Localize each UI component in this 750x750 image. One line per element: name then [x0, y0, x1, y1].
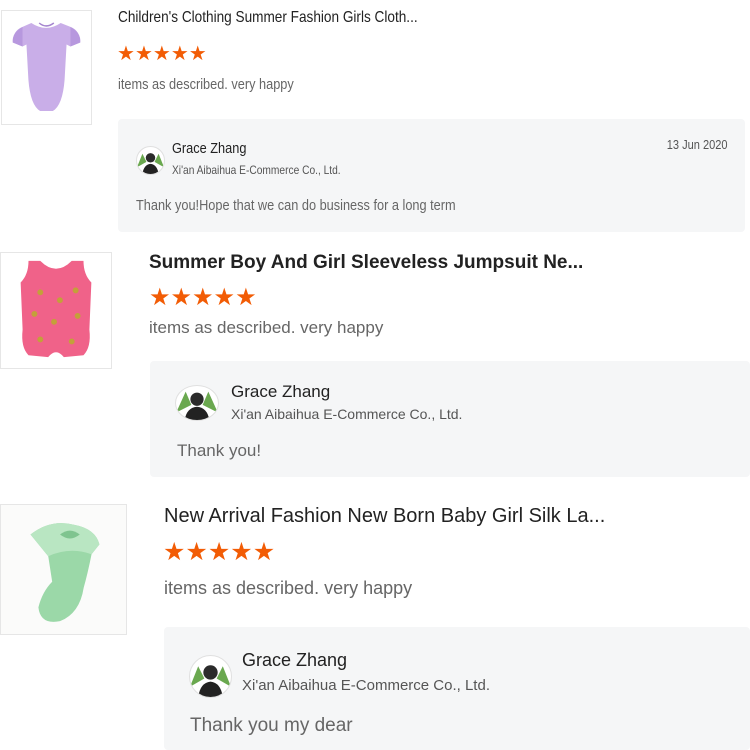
product-title[interactable]: Children's Clothing Summer Fashion Girls… — [118, 9, 418, 27]
star-icon: ★ — [230, 538, 253, 566]
seller-reply: Grace Zhang Xi'an Aibaihua E-Commerce Co… — [164, 627, 750, 750]
star-icon: ★ — [185, 538, 208, 566]
rating-stars: ★ ★ ★ ★ ★ — [149, 286, 257, 310]
reply-text: Thank you! — [177, 441, 262, 460]
pink-jumpsuit-icon — [20, 260, 92, 358]
seller-name: Grace Zhang — [172, 140, 247, 157]
product-title[interactable]: Summer Boy And Girl Sleeveless Jumpsuit … — [149, 252, 583, 274]
seller-company: Xi'an Aibaihua E-Commerce Co., Ltd. — [231, 406, 463, 422]
reply-date: 13 Jun 2020 — [667, 137, 728, 152]
star-icon: ★ — [192, 284, 214, 311]
seller-reply: Grace Zhang Xi'an Aibaihua E-Commerce Co… — [118, 119, 745, 232]
seller-company: Xi'an Aibaihua E-Commerce Co., Ltd. — [172, 163, 341, 177]
review-comment: items as described. very happy — [149, 318, 384, 337]
reply-text: Thank you my dear — [190, 715, 353, 736]
star-icon: ★ — [163, 538, 186, 566]
product-thumbnail-purple-romper[interactable] — [1, 10, 92, 125]
review-comment: items as described. very happy — [164, 578, 413, 598]
product-thumbnail-green-socks[interactable] — [0, 504, 127, 635]
star-icon: ★ — [252, 538, 276, 566]
product-title[interactable]: New Arrival Fashion New Born Baby Girl S… — [164, 505, 605, 528]
seller-avatar-icon — [136, 146, 165, 175]
star-icon: ★ — [188, 43, 207, 65]
rating-stars: ★ ★ ★ ★ ★ — [117, 44, 207, 64]
rating-stars: ★ ★ ★ ★ ★ — [163, 540, 275, 565]
seller-avatar-icon — [175, 385, 219, 421]
seller-avatar-icon — [189, 655, 232, 698]
star-icon: ★ — [170, 284, 193, 311]
star-icon: ★ — [207, 538, 231, 566]
star-icon: ★ — [152, 43, 171, 65]
star-icon: ★ — [170, 43, 189, 65]
reply-text: Thank you!Hope that we can do business f… — [136, 197, 456, 214]
seller-name: Grace Zhang — [231, 382, 331, 401]
seller-name: Grace Zhang — [242, 650, 348, 670]
seller-company: Xi'an Aibaihua E-Commerce Co., Ltd. — [242, 677, 490, 694]
star-icon: ★ — [235, 284, 257, 311]
star-icon: ★ — [149, 284, 171, 311]
star-icon: ★ — [134, 43, 153, 65]
star-icon: ★ — [117, 43, 135, 65]
purple-romper-icon — [12, 22, 81, 112]
star-icon: ★ — [213, 284, 236, 311]
review-comment: items as described. very happy — [118, 76, 294, 93]
green-socks-icon — [30, 523, 100, 622]
product-thumbnail-pink-jumpsuit[interactable] — [0, 252, 112, 369]
seller-reply: Grace Zhang Xi'an Aibaihua E-Commerce Co… — [150, 361, 750, 477]
